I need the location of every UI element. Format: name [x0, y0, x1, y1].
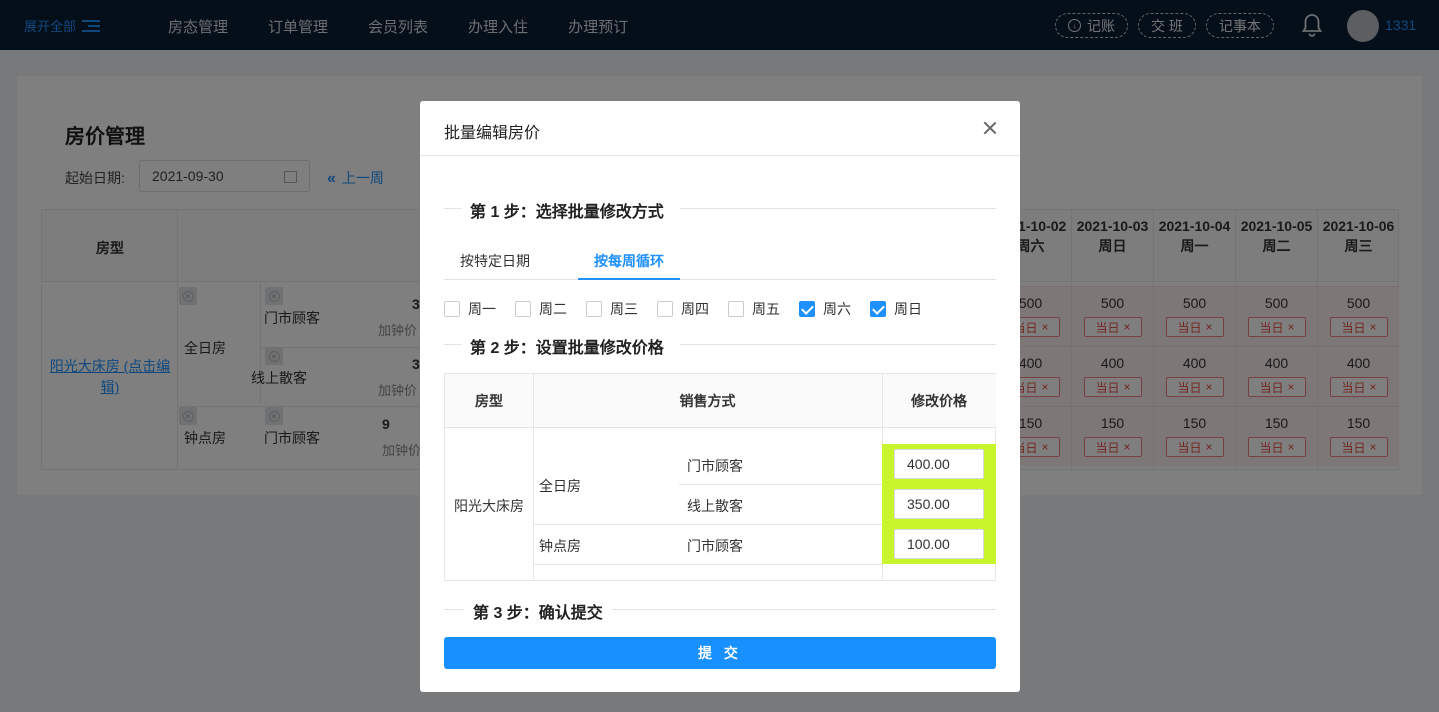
price-input[interactable]: 100.00 — [894, 529, 984, 559]
mode-tabs: 按特定日期 按每周循环 — [444, 237, 996, 280]
weekday-sun[interactable]: 周日 — [870, 299, 922, 319]
column-header-new-price: 修改价格 — [882, 374, 996, 428]
dialog-header: 批量编辑房价 — [420, 101, 1020, 156]
channel-cell: 线上散客 — [687, 498, 743, 514]
sale-type-cell: 钟点房 — [539, 538, 581, 554]
checkbox[interactable] — [657, 301, 673, 317]
weekday-tue[interactable]: 周二 — [515, 299, 567, 319]
weekday-wed[interactable]: 周三 — [586, 299, 638, 319]
checkbox[interactable] — [586, 301, 602, 317]
weekday-fri[interactable]: 周五 — [728, 299, 780, 319]
weekday-label: 周一 — [468, 301, 496, 317]
price-input[interactable]: 400.00 — [894, 449, 984, 479]
step-2-divider: 第 2 步：设置批量修改价格 — [444, 334, 996, 357]
tab-specific-dates[interactable]: 按特定日期 — [460, 251, 530, 271]
column-header-sale-method: 销售方式 — [533, 374, 882, 428]
column-header-room-type: 房型 — [445, 374, 533, 428]
step-3-divider: 第 3 步：确认提交 — [444, 599, 996, 622]
checkbox[interactable] — [444, 301, 460, 317]
close-icon[interactable] — [980, 118, 1000, 138]
step-2-title: 第 2 步：设置批量修改价格 — [470, 340, 664, 357]
weekday-label: 周二 — [539, 301, 567, 317]
checkbox-checked[interactable] — [799, 301, 815, 317]
tab-weekly-cycle[interactable]: 按每周循环 — [594, 251, 664, 271]
weekday-label: 周六 — [823, 301, 851, 317]
channel-cell: 门市顾客 — [687, 538, 743, 554]
room-type-cell: 阳光大床房 — [454, 498, 524, 514]
channel-cell: 门市顾客 — [687, 458, 743, 474]
checkbox-checked[interactable] — [870, 301, 886, 317]
batch-price-table: 房型 销售方式 修改价格 阳光大床房 全日房 门市顾客 线上散客 钟点房 门市顾… — [444, 373, 996, 581]
submit-button[interactable]: 提 交 — [444, 637, 996, 669]
weekday-label: 周五 — [752, 301, 780, 317]
checkbox[interactable] — [728, 301, 744, 317]
weekday-label: 周四 — [681, 301, 709, 317]
step-1-divider: 第 1 步：选择批量修改方式 — [444, 198, 996, 221]
price-input[interactable]: 350.00 — [894, 489, 984, 519]
weekday-mon[interactable]: 周一 — [444, 299, 496, 319]
weekday-sat[interactable]: 周六 — [799, 299, 851, 319]
weekday-thu[interactable]: 周四 — [657, 299, 709, 319]
batch-edit-price-dialog: 批量编辑房价 第 1 步：选择批量修改方式 按特定日期 按每周循环 周一 周二 … — [420, 101, 1020, 692]
weekday-label: 周日 — [894, 301, 922, 317]
dialog-title: 批量编辑房价 — [444, 125, 541, 142]
sale-type-cell: 全日房 — [539, 478, 581, 494]
checkbox[interactable] — [515, 301, 531, 317]
tab-active-indicator — [578, 278, 680, 280]
weekday-label: 周三 — [610, 301, 638, 317]
step-3-title: 第 3 步：确认提交 — [473, 605, 603, 622]
step-1-title: 第 1 步：选择批量修改方式 — [470, 204, 664, 221]
weekday-checkboxes: 周一 周二 周三 周四 周五 周六 周日 — [444, 299, 941, 319]
